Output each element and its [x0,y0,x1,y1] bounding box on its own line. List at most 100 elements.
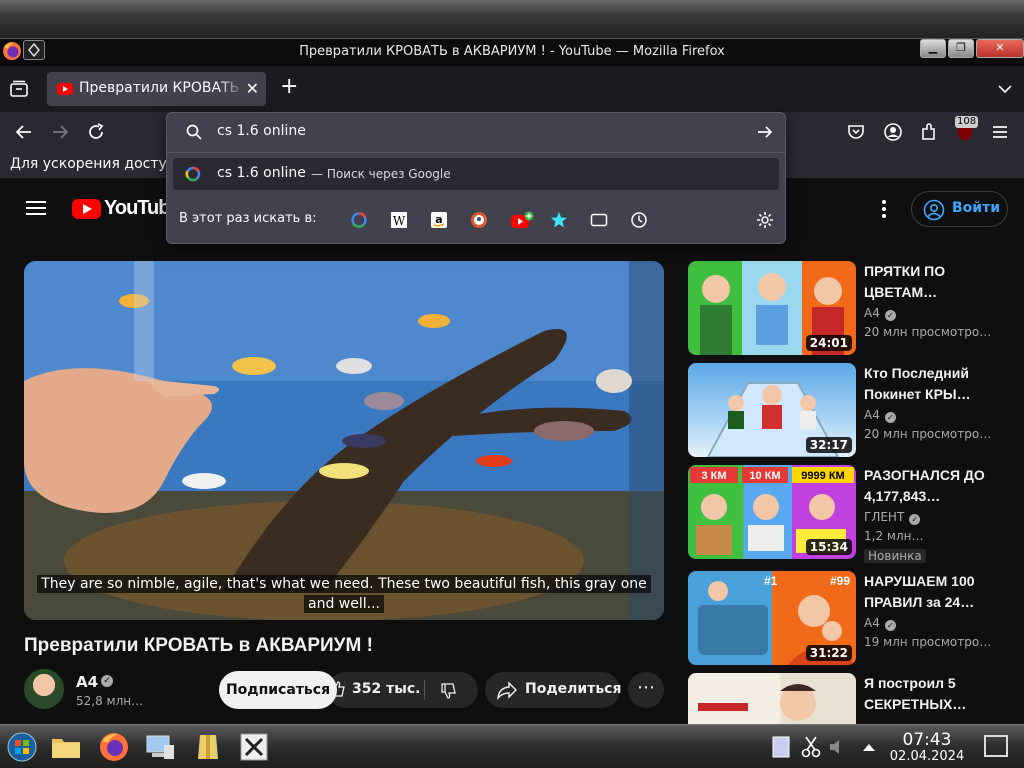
video-thumbnail[interactable]: #1 #99 31:22 [688,571,856,665]
video-duration: 24:01 [805,335,852,351]
thumb-label: #99 [830,574,850,588]
file-manager-icon[interactable] [50,731,82,763]
recommendation-title[interactable]: РАЗОГНАЛСЯ ДО 4,177,843… [864,465,1004,507]
more-actions-button[interactable]: ⋯ [628,672,664,708]
signin-button[interactable]: Войти [911,191,1008,227]
recommendation-title[interactable]: Я построил 5 СЕКРЕТНЫХ… [864,673,1004,715]
recommendation-title[interactable]: ПРЯТКИ ПО ЦВЕТАМ… [864,261,1004,303]
bookmarks-star-icon[interactable] [550,211,568,229]
more-vertical-icon[interactable] [878,199,890,219]
urlbar [167,113,785,151]
video-thumbnail[interactable]: 24:01 [688,261,856,355]
share-button[interactable]: Поделиться [485,672,621,708]
signin-label: Войти [952,200,1001,216]
back-arrow-icon[interactable] [14,122,34,142]
hamburger-menu-icon[interactable] [26,200,46,216]
search-suggestion[interactable]: cs 1.6 online — Поиск через Google [173,158,779,190]
channel-name[interactable]: A4 [76,673,98,691]
user-circle-icon [923,199,945,221]
like-count[interactable]: 352 тыс. [352,681,421,697]
recommendation-item[interactable]: 3 КМ 10 КМ 9999 КМ 15:34 РАЗОГНАЛСЯ ДО 4… [688,465,1008,563]
new-tab-button[interactable]: + [280,76,298,98]
duckduckgo-icon[interactable] [470,211,488,229]
tray-expand-icon[interactable] [860,731,878,763]
minimize-button[interactable]: ▁ [920,39,946,58]
go-arrow-icon[interactable] [755,122,775,142]
recommendation-channel[interactable]: ГЛЕНТ ✓ [864,510,921,525]
taskbar: 07:43 02.04.2024 [0,724,1024,768]
video-thumbnail[interactable] [688,673,856,724]
recommendation-item[interactable]: #1 #99 31:22 НАРУШАЕМ 100 ПРАВИЛ за 24… … [688,571,1008,665]
start-menu-icon[interactable] [6,731,38,763]
recommendation-views: 19 млн просмотро… [864,635,992,649]
volume-icon[interactable] [828,731,842,763]
tabs-icon[interactable] [590,211,608,229]
wikipedia-icon[interactable]: W [390,211,408,229]
clipboard-icon[interactable] [770,731,792,763]
aquarium-video-frame [24,261,664,620]
clock[interactable]: 07:43 02.04.2024 [888,731,966,765]
account-icon[interactable] [883,122,903,142]
oneoff-search-label: В этот раз искать в: [179,211,317,226]
extensions-icon[interactable] [919,122,939,142]
urlbar-input[interactable] [217,123,717,139]
chevron-down-icon[interactable] [998,82,1012,96]
recommendation-item[interactable]: 24:01 ПРЯТКИ ПО ЦВЕТАМ… A4 ✓ 20 млн просм… [688,261,1008,355]
forward-arrow-icon[interactable] [50,122,70,142]
video-title: Превратили КРОВАТЬ в АКВАРИУМ ! [24,635,373,656]
thumbs-down-icon[interactable] [440,681,458,699]
close-button[interactable]: ✕ [976,39,1024,58]
recommendation-item[interactable]: Я построил 5 СЕКРЕТНЫХ… [688,673,1008,724]
verified-icon: ✓ [884,620,896,631]
subscribe-button[interactable]: Подписаться [219,671,337,709]
verified-icon: ✓ [909,514,921,525]
youtube-search-icon[interactable] [510,211,534,229]
history-clock-icon[interactable] [630,211,648,229]
scissors-icon[interactable] [800,731,822,763]
show-desktop-button[interactable] [984,735,1008,757]
video-duration: 31:22 [805,645,852,661]
recommendation-channel[interactable]: A4 ✓ [864,408,896,423]
svg-text:a: a [435,213,442,226]
tab-bar: Превратили КРОВАТЬ в АКВАРИУМ ! ✕ + [0,66,1024,112]
search-icon [186,124,202,140]
tab-manager-icon[interactable] [9,79,29,99]
like-dislike-group: 352 тыс. [328,672,478,708]
firefox-icon[interactable] [98,731,130,763]
amazon-icon[interactable]: a [430,211,448,229]
network-computer-icon[interactable] [144,731,176,763]
recommendation-channel[interactable]: A4 ✓ [864,616,896,631]
gear-icon[interactable] [756,211,774,229]
google-icon[interactable] [350,211,368,229]
pocket-icon[interactable] [846,122,866,142]
video-thumbnail[interactable]: 3 КМ 10 КМ 9999 КМ 15:34 [688,465,856,559]
like-divider [424,680,425,700]
suggestion-text: cs 1.6 online [217,165,306,181]
video-player[interactable] [24,261,664,620]
recommendation-views: 20 млн просмотро… [864,325,992,339]
video-thumbnail[interactable]: 32:17 [688,363,856,457]
archive-icon[interactable] [192,731,224,763]
channel-avatar[interactable] [24,669,64,709]
recommendation-item[interactable]: 32:17 Кто Последний Покинет КРЫ… A4 ✓ 20 … [688,363,1008,457]
maximize-button[interactable]: ❐ [948,39,974,58]
x-app-icon[interactable] [238,731,270,763]
reload-icon[interactable] [86,122,106,142]
new-badge: Новинка [864,549,926,563]
thumb-label: 3 КМ [701,470,726,482]
tab-youtube[interactable]: Превратили КРОВАТЬ в АКВАРИУМ ! ✕ [47,72,266,106]
recommendation-title[interactable]: Кто Последний Покинет КРЫ… [864,363,1004,405]
tab-close-icon[interactable]: ✕ [246,79,259,98]
caption-line-1: They are so nimble, agile, that's what w… [37,575,651,593]
recommendation-channel[interactable]: A4 ✓ [864,306,896,321]
verified-icon: ✓ [884,412,896,423]
window-controls: ▁ ❐ ✕ [918,39,1024,58]
thumb-label: 10 КМ [749,470,780,482]
window-titlebar: Превратили КРОВАТЬ в АКВАРИУМ ! - YouTub… [0,38,1024,66]
recommendation-title[interactable]: НАРУШАЕМ 100 ПРАВИЛ за 24… [864,571,1004,613]
svg-text:W: W [393,214,406,228]
recommendation-views: 1,2 млн… [864,529,924,543]
recommendation-channel-name: ГЛЕНТ [864,510,905,524]
menu-icon[interactable] [990,122,1010,142]
subscriber-count: 52,8 млн… [76,694,144,708]
